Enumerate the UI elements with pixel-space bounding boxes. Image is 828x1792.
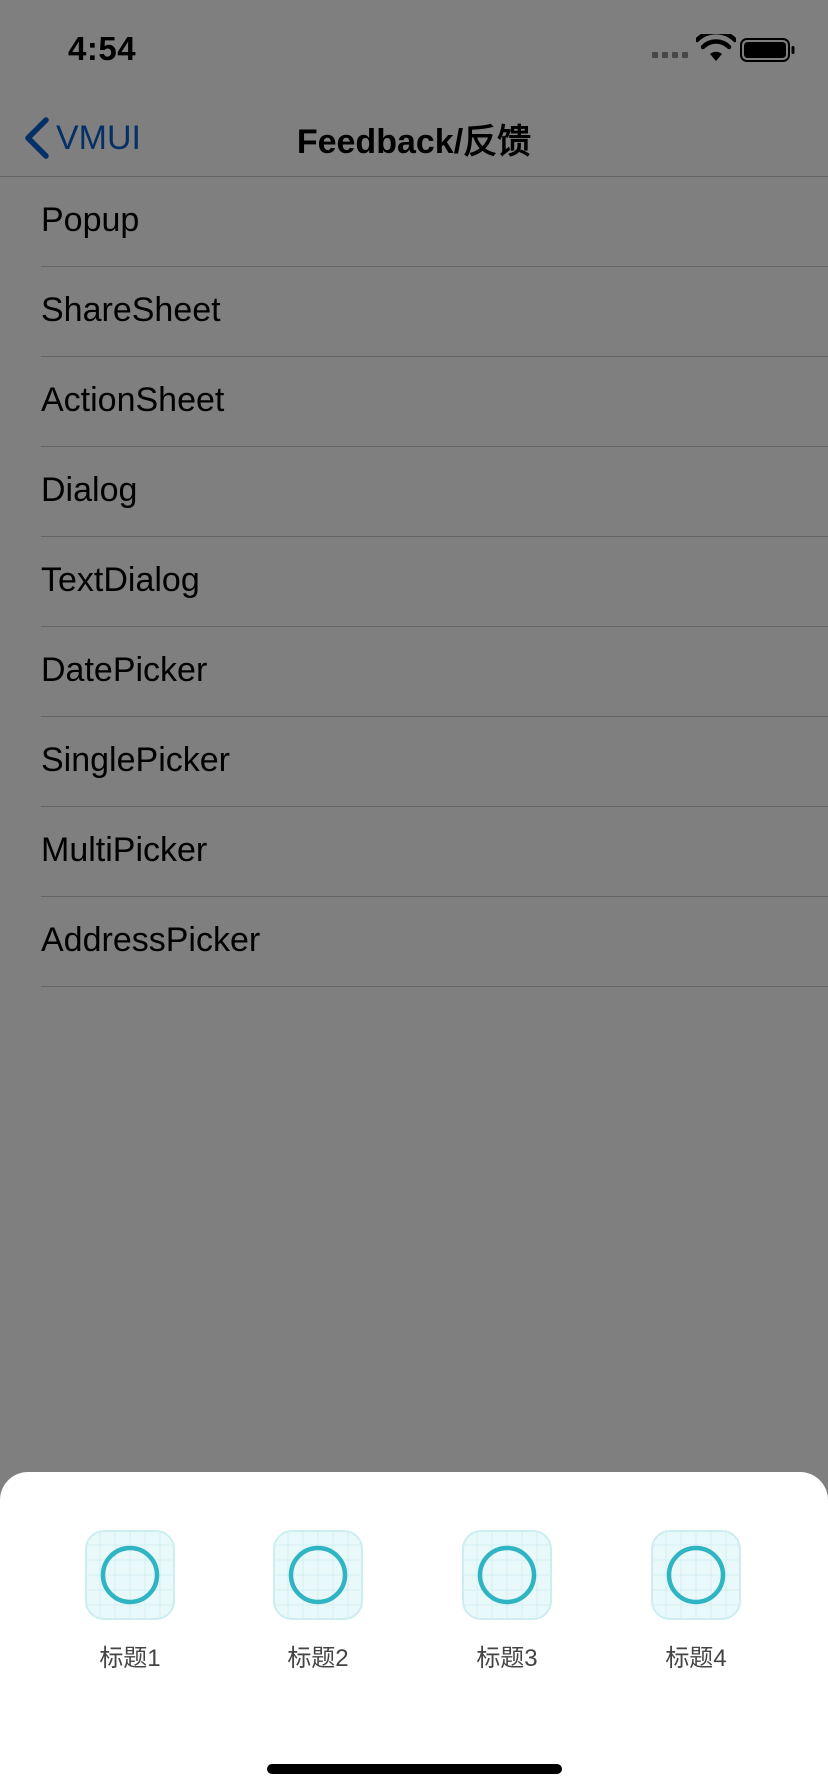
share-item-label: 标题2 xyxy=(287,1645,349,1672)
share-item-label: 标题3 xyxy=(476,1645,538,1672)
share-item-1[interactable]: 标题1 xyxy=(70,1530,190,1680)
share-item-label: 标题4 xyxy=(665,1645,727,1672)
placeholder-app-icon xyxy=(462,1530,552,1620)
share-item-label: 标题1 xyxy=(99,1645,161,1672)
share-item-3[interactable]: 标题3 xyxy=(447,1530,567,1680)
share-sheet: 标题1 标题2 标题3 标题4 xyxy=(0,1472,828,1792)
placeholder-app-icon xyxy=(273,1530,363,1620)
placeholder-app-icon xyxy=(651,1530,741,1620)
share-item-2[interactable]: 标题2 xyxy=(258,1530,378,1680)
home-indicator xyxy=(267,1764,562,1774)
share-sheet-items: 标题1 标题2 标题3 标题4 xyxy=(0,1530,828,1680)
share-item-4[interactable]: 标题4 xyxy=(636,1530,756,1680)
placeholder-app-icon xyxy=(85,1530,175,1620)
